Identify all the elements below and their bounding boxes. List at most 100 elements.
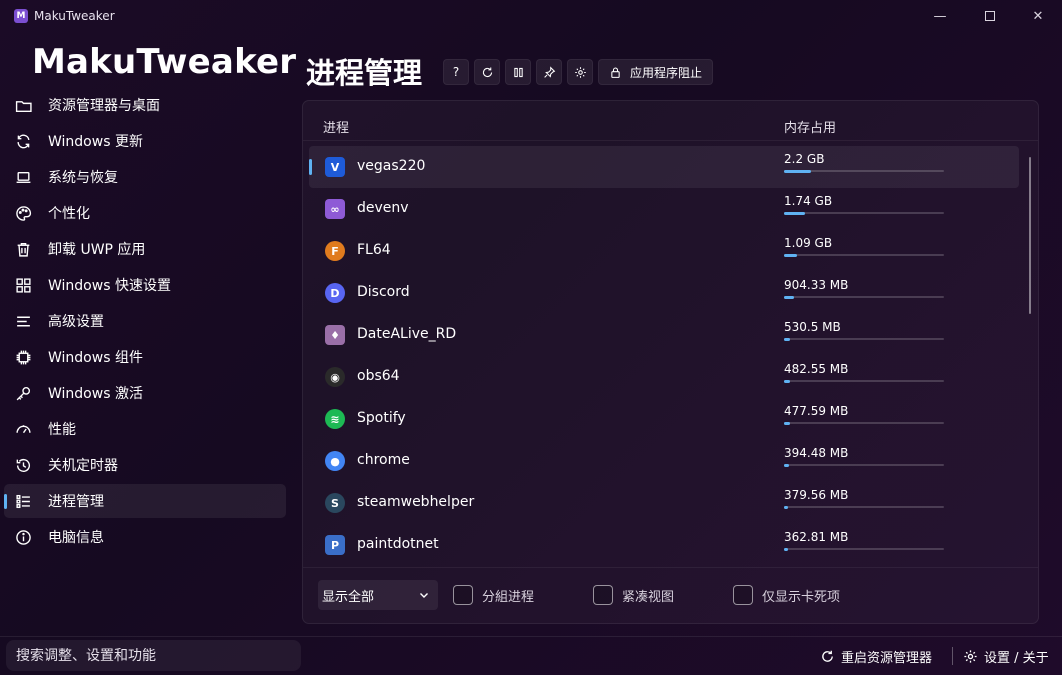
hung-only-checkbox[interactable]: 仅显示卡死项	[733, 585, 840, 605]
sidebar-item[interactable]: Windows 快速设置	[4, 268, 286, 302]
app-block-label: 应用程序阻止	[630, 65, 703, 80]
app-logo-icon: M	[14, 9, 28, 23]
process-name: Spotify	[357, 410, 406, 426]
sidebar-item[interactable]: Windows 更新	[4, 124, 286, 158]
process-row[interactable]: ◉ obs64 482.55 MB	[309, 356, 1019, 398]
memory-bar-fill	[784, 211, 805, 215]
memory-bar	[784, 337, 944, 341]
memory-value: 379.56 MB	[784, 488, 849, 502]
restart-explorer-button[interactable]: 重启资源管理器	[820, 647, 932, 666]
hung-only-label: 仅显示卡死项	[762, 589, 841, 605]
refresh-icon	[822, 650, 833, 662]
memory-value: 904.33 MB	[784, 278, 849, 292]
checkbox-box[interactable]	[733, 585, 753, 605]
checkbox-box[interactable]	[453, 585, 473, 605]
process-list: Vvegas220 2.2 GB ∞ devenv 1.74 GB F FL64 1.09 G…	[309, 146, 1019, 564]
column-header-memory[interactable]: 内存占用	[784, 117, 836, 136]
sidebar-item[interactable]: 系统与恢复	[4, 160, 286, 194]
settings-tool-button[interactable]	[567, 59, 593, 85]
memory-value: 1.09 GB	[784, 236, 833, 250]
settings-about-button[interactable]: 设置 / 关于	[963, 647, 1049, 666]
sidebar-item-label: 资源管理器与桌面	[48, 98, 160, 114]
process-row[interactable]: Ssteamwebhelper 379.56 MB	[309, 482, 1019, 524]
search-input[interactable]	[16, 647, 286, 664]
key-icon	[14, 384, 32, 402]
memory-bar	[784, 379, 944, 383]
chip-icon	[14, 348, 32, 366]
help-icon: ?	[452, 65, 460, 79]
sidebar-item[interactable]: 电脑信息	[4, 520, 286, 554]
sidebar-item-label: 电脑信息	[48, 530, 104, 546]
checkbox-box[interactable]	[593, 585, 613, 605]
memory-bar	[784, 547, 944, 551]
minimize-icon: —	[933, 8, 947, 24]
process-name: chrome	[357, 452, 410, 468]
memory-bar-fill	[784, 421, 790, 425]
restart-explorer-label: 重启资源管理器	[841, 651, 933, 666]
minimize-button[interactable]: —	[917, 0, 963, 32]
memory-bar-fill	[784, 505, 789, 509]
discord-icon: D	[325, 283, 345, 303]
process-row[interactable]: ● chrome 394.48 MB	[309, 440, 1019, 482]
memory-bar-fill	[784, 169, 812, 173]
spotify-icon: ≋	[325, 409, 345, 429]
sidebar-item-label: Windows 更新	[48, 134, 143, 150]
page-title: 进程管理	[306, 56, 423, 90]
memory-bar	[784, 169, 944, 173]
sidebar-item-label: 个性化	[48, 206, 90, 222]
sidebar-item[interactable]: Windows 激活	[4, 376, 286, 410]
process-row[interactable]: D Discord 904.33 MB	[309, 272, 1019, 314]
column-header-process[interactable]: 进程	[323, 117, 349, 136]
sidebar-item[interactable]: 个性化	[4, 196, 286, 230]
process-row[interactable]: Ppaintdotnet 362.81 MB	[309, 524, 1019, 564]
process-name: DateALive_RD	[357, 326, 457, 342]
sidebar-item[interactable]: 关机定时器	[4, 448, 286, 482]
gear-icon	[574, 66, 586, 78]
sidebar-item[interactable]: 性能	[4, 412, 286, 446]
help-button[interactable]: ?	[443, 59, 469, 85]
pause-icon	[513, 67, 523, 77]
gauge-icon	[14, 420, 32, 438]
info-icon	[14, 528, 32, 546]
bottom-divider	[0, 636, 1062, 637]
refresh-button[interactable]	[474, 59, 500, 85]
sidebar-item[interactable]: 资源管理器与桌面	[4, 88, 286, 122]
history-icon	[14, 456, 32, 474]
sidebar-item[interactable]: Windows 组件	[4, 340, 286, 374]
group-process-checkbox[interactable]: 分組进程	[453, 585, 534, 605]
process-row[interactable]: ≋ Spotify 477.59 MB	[309, 398, 1019, 440]
gear-icon	[964, 650, 977, 663]
search-box[interactable]	[6, 640, 301, 671]
sidebar-item[interactable]: 进程管理	[4, 484, 286, 518]
compact-view-checkbox[interactable]: 紧凑视图	[593, 585, 674, 605]
memory-bar-fill	[784, 337, 791, 341]
sidebar-item[interactable]: 卸载 UWP 应用	[4, 232, 286, 266]
process-row[interactable]: ∞ devenv 1.74 GB	[309, 188, 1019, 230]
obs-icon: ◉	[325, 367, 345, 387]
memory-value: 394.48 MB	[784, 446, 849, 460]
sidebar-item-label: 高级设置	[48, 314, 104, 330]
memory-bar	[784, 211, 944, 215]
folder-icon	[14, 96, 32, 114]
process-name: vegas220	[357, 158, 426, 174]
memory-bar	[784, 463, 944, 467]
process-name: obs64	[357, 368, 400, 384]
process-row[interactable]: ♦ DateALive_RD 530.5 MB	[309, 314, 1019, 356]
close-button[interactable]: ✕	[1015, 0, 1061, 32]
pause-button[interactable]	[505, 59, 531, 85]
trash-icon	[14, 240, 32, 258]
process-row[interactable]: F FL64 1.09 GB	[309, 230, 1019, 272]
window-title: MakuTweaker	[34, 9, 115, 23]
fl-studio-icon: F	[325, 241, 345, 261]
process-row[interactable]: Vvegas220 2.2 GB	[309, 146, 1019, 188]
refresh-icon	[482, 66, 492, 77]
sidebar-item[interactable]: 高级设置	[4, 304, 286, 338]
maximize-button[interactable]	[967, 0, 1013, 32]
scrollbar[interactable]	[1029, 157, 1031, 314]
filter-select[interactable]: 显示全部	[318, 580, 438, 610]
sidebar-item-label: Windows 激活	[48, 386, 143, 402]
app-block-button[interactable]: 应用程序阻止	[598, 59, 714, 85]
memory-value: 362.81 MB	[784, 530, 849, 544]
title-bar: M MakuTweaker — ✕	[0, 0, 1062, 32]
pin-button[interactable]	[536, 59, 562, 85]
